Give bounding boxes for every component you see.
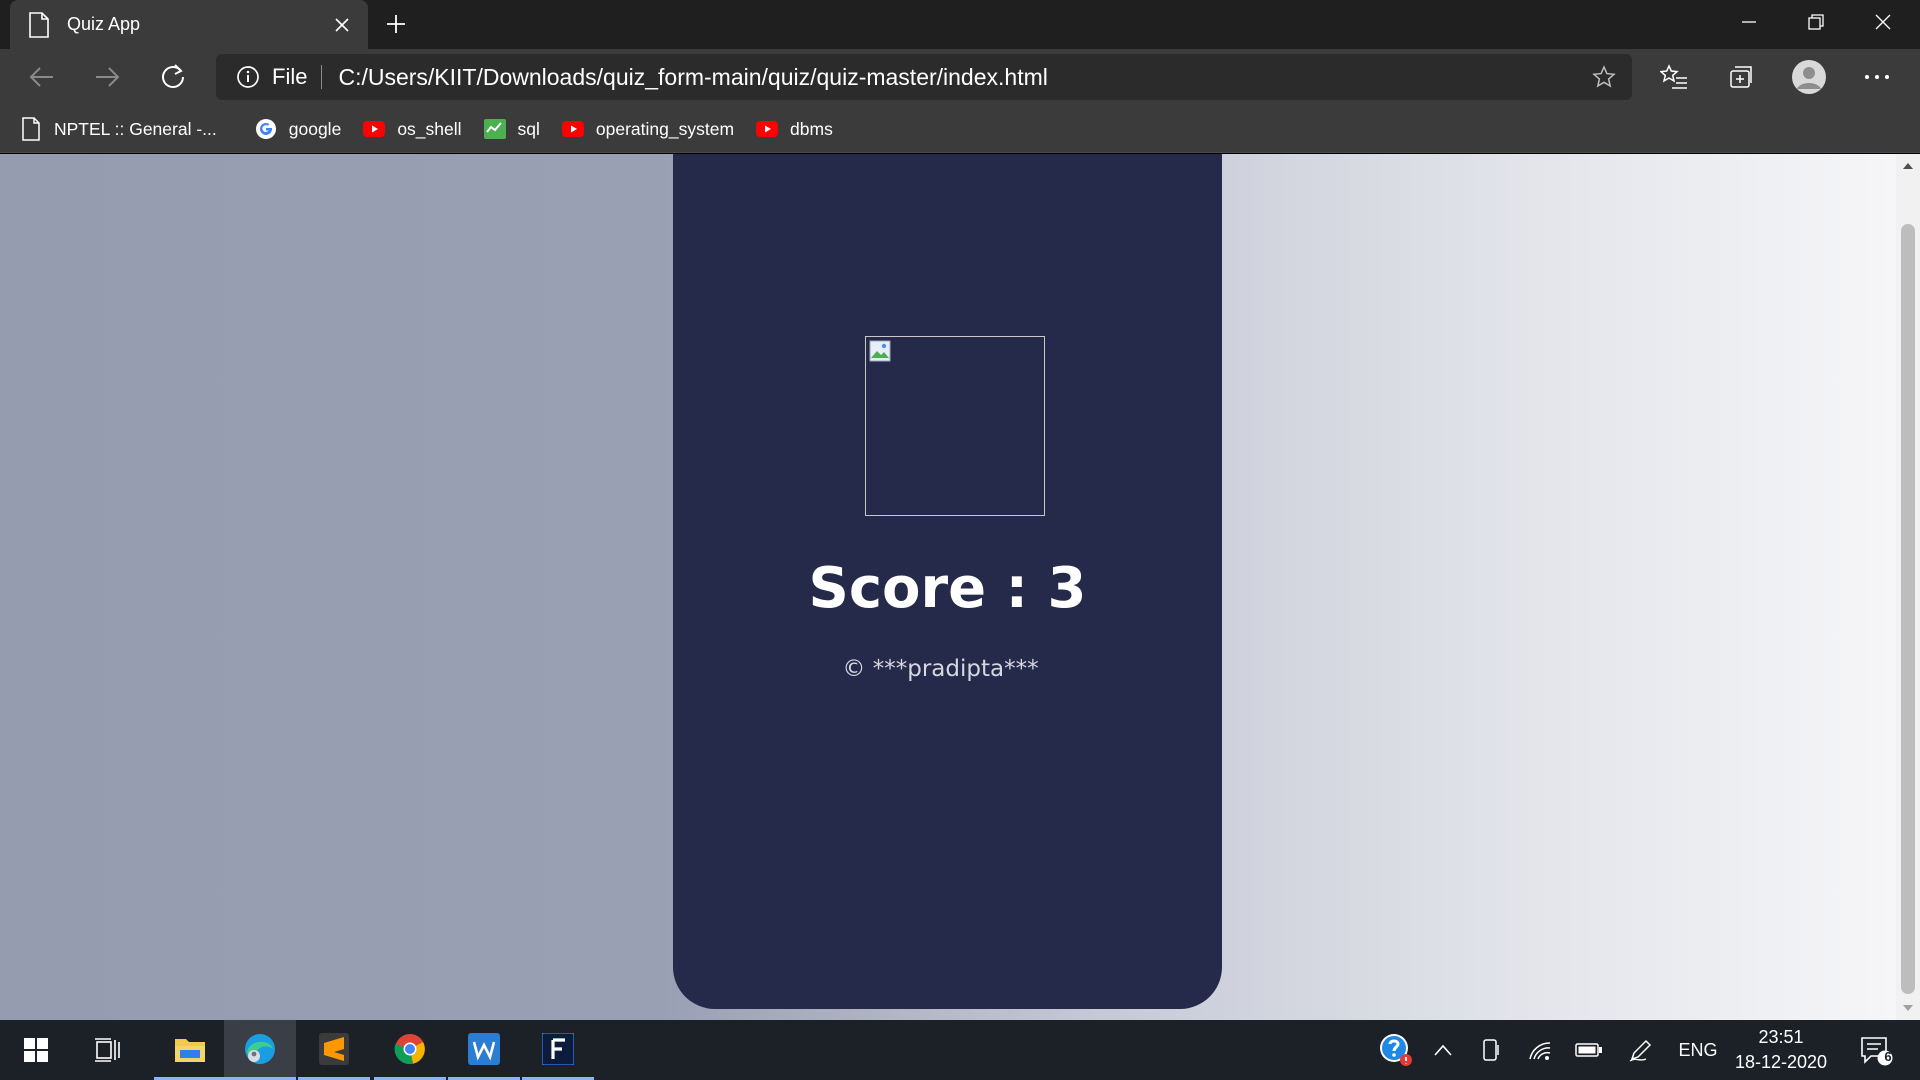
score-value: 3 (1047, 556, 1087, 621)
file-explorer-icon[interactable] (154, 1020, 226, 1080)
chrome-icon[interactable] (374, 1020, 446, 1080)
youtube-icon (363, 118, 386, 140)
sublime-text-icon[interactable] (298, 1020, 370, 1080)
favorite-sql[interactable]: sql (483, 111, 540, 147)
favorite-label: os_shell (397, 118, 462, 139)
favorites-bar: NPTEL :: General -... google os_shell sq… (0, 106, 1920, 153)
result-image-placeholder (865, 336, 1045, 516)
forward-icon[interactable] (84, 55, 130, 99)
collections-icon[interactable] (1717, 55, 1763, 99)
address-separator (321, 65, 323, 89)
windows-taskbar: ENG 23:51 18-12-2020 6 (0, 1020, 1920, 1080)
help-icon[interactable] (1374, 1020, 1418, 1080)
close-tab-icon[interactable] (322, 5, 362, 45)
language-indicator[interactable]: ENG (1668, 1020, 1728, 1080)
refresh-icon[interactable] (150, 55, 196, 99)
wifi-icon[interactable] (1522, 1020, 1558, 1080)
scheme-label: File (272, 64, 308, 89)
favorite-dbms[interactable]: dbms (756, 111, 833, 147)
scroll-up-arrow-icon[interactable] (1896, 154, 1920, 178)
favorite-label: sql (517, 118, 540, 139)
close-window-icon[interactable] (1850, 0, 1916, 44)
start-icon[interactable] (0, 1020, 72, 1080)
show-hidden-icons-chevron-up-icon[interactable] (1426, 1020, 1460, 1080)
system-clock[interactable]: 23:51 18-12-2020 (1728, 1020, 1834, 1080)
score-display: Score : 3 (673, 556, 1222, 621)
google-icon (255, 118, 277, 140)
page-viewport: Score : 3 © ***pradipta*** (0, 154, 1896, 1020)
new-tab-icon[interactable] (376, 4, 416, 44)
minimize-icon[interactable] (1716, 0, 1782, 44)
battery-icon[interactable] (1570, 1020, 1608, 1080)
add-favorite-star-icon[interactable] (1582, 55, 1626, 99)
navigation-bar: File C:/Users/KIIT/Downloads/quiz_form-m… (0, 49, 1920, 106)
score-label: Score : (808, 556, 1048, 621)
notification-count-badge: 6 (1884, 1049, 1892, 1064)
back-icon[interactable] (19, 55, 65, 99)
favorite-label: google (288, 118, 342, 139)
favorite-operating-system[interactable]: operating_system (561, 111, 735, 147)
address-bar[interactable]: File C:/Users/KIIT/Downloads/quiz_form-m… (216, 54, 1632, 100)
favorites-icon[interactable] (1651, 55, 1697, 99)
scrollbar-thumb[interactable] (1901, 224, 1915, 994)
browser-title-bar: Quiz App (0, 0, 1920, 49)
sheet-icon (483, 118, 506, 140)
vertical-scrollbar[interactable] (1896, 154, 1920, 1020)
word-icon[interactable] (448, 1020, 520, 1080)
youtube-icon (756, 118, 779, 140)
notifications-icon[interactable]: 6 (1852, 1020, 1900, 1080)
youtube-icon (561, 118, 584, 140)
tab-title: Quiz App (67, 14, 141, 34)
url-text[interactable]: C:/Users/KIIT/Downloads/quiz_form-main/q… (338, 64, 1582, 91)
tab-quiz-app[interactable]: Quiz App (10, 0, 368, 49)
document-icon (20, 117, 42, 141)
profile-avatar-icon[interactable] (1786, 55, 1832, 99)
copyright-text: © ***pradipta*** (842, 656, 1039, 682)
edge-icon[interactable] (224, 1020, 296, 1080)
pen-ink-icon[interactable] (1622, 1020, 1660, 1080)
quiz-result-card: Score : 3 © ***pradipta*** (673, 154, 1222, 1009)
broken-image-icon (869, 340, 891, 362)
task-view-icon[interactable] (72, 1020, 144, 1080)
info-icon[interactable] (236, 65, 260, 89)
clock-date: 18-12-2020 (1734, 1052, 1828, 1072)
favorite-google[interactable]: google (255, 111, 342, 147)
favorite-label: NPTEL :: General -... (54, 118, 217, 139)
scroll-down-arrow-icon[interactable] (1896, 996, 1920, 1020)
favorite-nptel[interactable]: NPTEL :: General -... (20, 111, 217, 147)
f-app-icon[interactable] (522, 1020, 594, 1080)
clock-time: 23:51 (1758, 1027, 1804, 1047)
restore-icon[interactable] (1783, 0, 1849, 44)
device-icon[interactable] (1474, 1020, 1508, 1080)
favorite-label: dbms (790, 118, 833, 139)
more-options-icon[interactable] (1854, 55, 1900, 99)
favorite-label: operating_system (595, 118, 735, 139)
favorite-os-shell[interactable]: os_shell (363, 111, 462, 147)
document-icon (29, 11, 49, 38)
